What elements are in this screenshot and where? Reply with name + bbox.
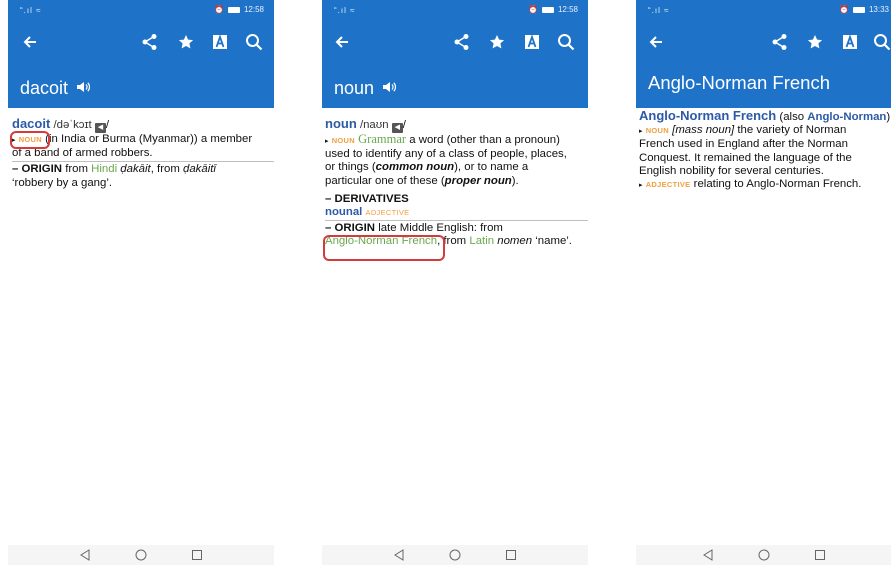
nav-recents-icon[interactable] [813,548,827,562]
battery-icon [852,6,865,13]
entry-content: dacoit /dəˈkɔɪt ◀ / ▸ NOUN (in India or B… [12,117,274,190]
page-title: Anglo-Norman French [648,72,830,93]
app-bar: “.ıl ≈ ⏰ 12:58 dacoit [8,0,274,108]
status-bar: “.ıl ≈ ⏰ 12:58 [322,0,588,22]
nav-home-icon[interactable] [134,548,148,562]
pronunciation: /naʊn [359,119,389,131]
back-arrow-icon[interactable] [330,30,354,54]
search-icon[interactable] [554,30,578,54]
share-icon[interactable] [138,30,162,54]
origin-label: – ORIGIN [325,222,376,235]
language-link[interactable]: Hindi [91,163,117,175]
nav-back-icon[interactable] [701,548,715,562]
etymon-word: ḍakāitī [183,163,216,176]
battery-icon [541,6,554,13]
status-bar: “.ıl ≈ ⏰ 12:58 [8,0,274,22]
nav-back-icon[interactable] [78,548,92,562]
page-title: dacoit [20,78,91,99]
example-term: proper noun [444,174,512,187]
bullet-icon: ▸ [325,138,329,145]
definition-line: of a band of armed robbers. [12,147,153,160]
definition-line: (in India or Burma (Myanmar)) a member [45,133,253,145]
entry-headword: dacoit [12,116,51,131]
font-size-icon[interactable] [520,30,544,54]
signal-indicator: “.ıl ≈ [334,6,356,15]
back-arrow-icon[interactable] [18,30,42,54]
search-icon[interactable] [870,30,891,54]
share-icon[interactable] [768,30,792,54]
divider [325,220,588,222]
status-bar: “.ıl ≈ ⏰ 13:33 [636,0,891,22]
nav-home-icon[interactable] [757,548,771,562]
bullet-icon: ▸ [639,182,643,190]
speaker-icon[interactable] [76,78,91,99]
derivative-word: nounal [325,206,363,219]
star-icon[interactable] [803,30,827,54]
page-title: noun [334,78,397,99]
toolbar [636,28,891,58]
alarm-icon: ⏰ [214,5,224,14]
definition-line: English nobility for several centuries. [639,164,824,177]
system-nav-bar [322,545,588,565]
entry-content: noun /naʊn ◀ / ▸ NOUN Grammar a word (oth… [325,117,588,249]
signal-indicator: “.ıl ≈ [648,6,670,15]
highlight-annotation [323,235,445,261]
origin-label: – ORIGIN [12,163,63,176]
toolbar [8,28,274,58]
highlight-annotation [10,131,50,149]
divider [12,161,274,163]
audio-speaker-icon[interactable]: ◀ [94,123,106,133]
alarm-icon: ⏰ [528,5,538,14]
app-bar: “.ıl ≈ ⏰ 12:58 noun [322,0,588,108]
alarm-icon: ⏰ [839,5,849,14]
derivatives-label: – DERIVATIVES [325,192,409,205]
etymon-word: nomen [497,235,533,248]
status-time: 12:58 [557,5,578,14]
subject-label[interactable]: Grammar [358,132,406,146]
definition-line: Conquest. It remained the language of th… [639,151,852,164]
entry-headword: noun [325,116,357,131]
system-nav-bar [8,545,274,565]
share-icon[interactable] [450,30,474,54]
phone-screen-2: “.ıl ≈ ⏰ 12:58 noun noun /naʊn ◀ / ▸ NOU… [322,0,588,569]
toolbar [322,28,588,58]
app-bar: “.ıl ≈ ⏰ 13:33 Anglo-Norman French [636,0,891,108]
origin-gloss: ‘robbery by a gang’. [12,176,113,189]
system-nav-bar [636,545,891,565]
entry-content: Anglo-Norman French (also Anglo-Norman) … [639,108,891,191]
definition-line: used to identify any of a class of peopl… [325,148,567,161]
grammar-note: [mass noun] [672,124,735,137]
font-size-icon[interactable] [208,30,232,54]
nav-home-icon[interactable] [448,548,462,562]
pronunciation: /dəˈkɔɪt [53,119,92,131]
phone-screen-1: “.ıl ≈ ⏰ 12:58 dacoit dacoit /dəˈkɔɪt ◀ … [8,0,274,569]
entry-headword: Anglo-Norman French [639,108,777,123]
star-icon[interactable] [485,30,509,54]
nav-recents-icon[interactable] [190,548,204,562]
phone-screen-3: “.ıl ≈ ⏰ 13:33 Anglo-Norman French Anglo… [636,0,891,569]
part-of-speech: ADJECTIVE [645,180,691,190]
language-link[interactable]: Latin [469,235,494,247]
speaker-icon[interactable] [382,78,397,99]
status-time: 13:33 [868,5,889,14]
variant-headword: Anglo-Norman [807,111,887,123]
etymon-word: ḍakāit [120,163,151,176]
signal-indicator: “.ıl ≈ [20,6,42,15]
star-icon[interactable] [174,30,198,54]
bullet-icon: ▸ [639,128,643,136]
part-of-speech: ADJECTIVE [365,208,410,218]
part-of-speech: NOUN [331,136,355,145]
definition-line: French used in England after the Norman [639,138,848,151]
part-of-speech: NOUN [645,126,669,136]
nav-recents-icon[interactable] [504,548,518,562]
battery-icon [227,6,240,13]
search-icon[interactable] [242,30,266,54]
example-term: common noun [375,161,455,174]
back-arrow-icon[interactable] [644,30,668,54]
status-time: 12:58 [243,5,264,14]
font-size-icon[interactable] [838,30,862,54]
definition-line: relating to Anglo-Norman French. [693,178,862,191]
nav-back-icon[interactable] [392,548,406,562]
